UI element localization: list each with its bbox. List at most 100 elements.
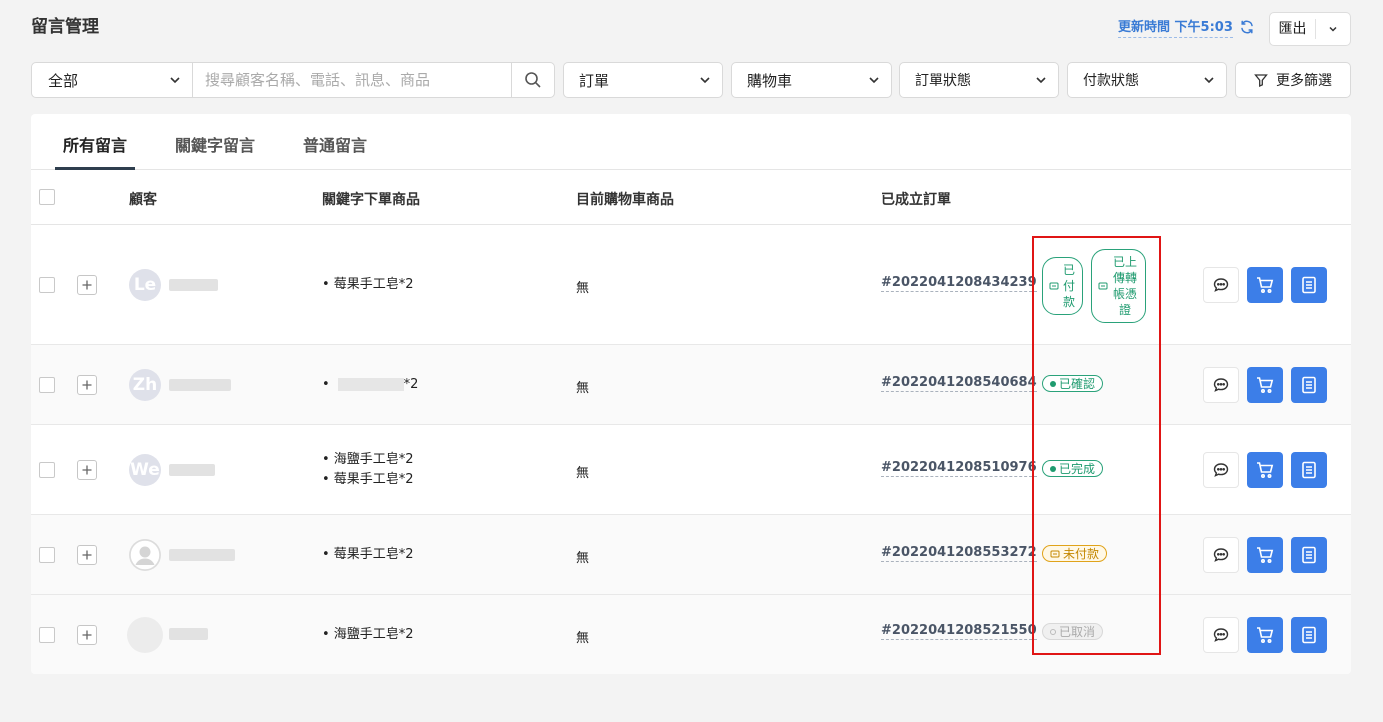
chevron-down-icon: [1329, 26, 1337, 32]
keyword-product: • 莓果手工皂*2: [322, 472, 414, 487]
row-checkbox[interactable]: [39, 627, 55, 643]
expand-button[interactable]: [77, 545, 97, 565]
message-button[interactable]: [1203, 267, 1239, 303]
status-badge-text: 已確認: [1059, 377, 1096, 391]
row-checkbox[interactable]: [39, 547, 55, 563]
table-row: Le • 莓果手工皂*2 無 #20220412084342396 已付款 已上…: [31, 225, 1351, 345]
keyword-product: • 海鹽手工皂*2: [322, 627, 414, 642]
order-status-filter[interactable]: 訂單狀態: [899, 62, 1059, 98]
order-filter[interactable]: 訂單: [563, 62, 723, 98]
more-filters-button[interactable]: 更多篩選: [1235, 62, 1351, 98]
order-doc-button[interactable]: [1291, 267, 1327, 303]
order-doc-button[interactable]: [1291, 617, 1327, 653]
product-name-redacted: [337, 378, 404, 391]
chevron-down-icon: [170, 77, 180, 84]
chat-bubble-icon: [1213, 548, 1229, 562]
status-badge-proof-uploaded: 已上傳轉帳憑證: [1091, 249, 1146, 323]
document-icon: [1302, 276, 1316, 294]
keyword-product: • 海鹽手工皂*2: [322, 452, 414, 467]
chevron-down-icon: [1036, 77, 1046, 84]
expand-button[interactable]: [77, 460, 97, 480]
keyword-product-list: • 海鹽手工皂*2 • 莓果手工皂*2: [322, 450, 414, 490]
cart-filter-label: 購物車: [747, 71, 793, 90]
row-checkbox[interactable]: [39, 377, 55, 393]
order-id-link[interactable]: #20220412085532725: [881, 545, 1037, 562]
search-button[interactable]: [511, 63, 554, 97]
cart-button[interactable]: [1247, 617, 1283, 653]
expand-button[interactable]: [77, 625, 97, 645]
select-all-checkbox[interactable]: [39, 189, 55, 205]
tab-normal-comments[interactable]: 普通留言: [303, 132, 367, 156]
cart-button[interactable]: [1247, 537, 1283, 573]
order-id-link[interactable]: #20220412085109764: [881, 460, 1037, 477]
payment-status-filter-label: 付款狀態: [1083, 73, 1139, 89]
message-button[interactable]: [1203, 452, 1239, 488]
order-doc-button[interactable]: [1291, 367, 1327, 403]
export-label: 匯出: [1270, 19, 1316, 39]
avatar: Le: [129, 269, 161, 301]
cart-products: 無: [576, 466, 590, 481]
order-status-filter-label: 訂單狀態: [915, 73, 971, 89]
column-orders: 已成立訂單: [881, 192, 951, 208]
scope-select[interactable]: 全部: [32, 63, 193, 97]
plus-icon: [82, 550, 92, 560]
order-id-link[interactable]: #20220412085406845: [881, 375, 1037, 392]
update-time-value: 下午5:03: [1174, 20, 1233, 35]
product-qty: *2: [403, 377, 419, 392]
chat-bubble-icon: [1213, 628, 1229, 642]
cart-button[interactable]: [1247, 367, 1283, 403]
refresh-icon[interactable]: [1239, 19, 1255, 35]
status-badge-cancelled: 已取消: [1042, 623, 1104, 640]
order-id-link[interactable]: #20220412085215507: [881, 623, 1037, 640]
cart-products: 無: [576, 381, 590, 396]
row-checkbox[interactable]: [39, 277, 55, 293]
message-button[interactable]: [1203, 537, 1239, 573]
tab-keyword-comments[interactable]: 關鍵字留言: [175, 132, 255, 156]
chat-bubble-icon: [1213, 278, 1229, 292]
search-icon: [525, 72, 541, 88]
update-time[interactable]: 更新時間 下午5:03: [1118, 16, 1255, 38]
scope-select-value: 全部: [48, 71, 79, 90]
row-checkbox[interactable]: [39, 462, 55, 478]
status-badge-text: 已取消: [1059, 625, 1096, 639]
comments-card: 所有留言 關鍵字留言 普通留言 顧客 關鍵字下單商品 目前購物車商品 已成立訂單…: [31, 114, 1351, 674]
cart-icon: [1257, 462, 1274, 479]
message-button[interactable]: [1203, 617, 1239, 653]
receipt-icon: [1049, 282, 1059, 290]
cart-icon: [1257, 627, 1274, 644]
status-badge-text: 未付款: [1063, 547, 1100, 561]
customer-name-redacted: [169, 549, 235, 561]
order-doc-button[interactable]: [1291, 452, 1327, 488]
export-dropdown[interactable]: [1316, 23, 1350, 35]
cart-filter[interactable]: 購物車: [731, 62, 892, 98]
customer-name-redacted: [169, 379, 231, 391]
page-title: 留言管理: [31, 17, 99, 37]
cart-icon: [1257, 547, 1274, 564]
customer-name-redacted: [169, 464, 215, 476]
document-icon: [1302, 376, 1316, 394]
export-button[interactable]: 匯出: [1269, 12, 1351, 46]
expand-button[interactable]: [77, 375, 97, 395]
expand-button[interactable]: [77, 275, 97, 295]
column-customer: 顧客: [129, 192, 157, 208]
plus-icon: [82, 380, 92, 390]
status-badge-unpaid: 未付款: [1042, 545, 1108, 562]
search-input[interactable]: [193, 63, 511, 97]
cart-button[interactable]: [1247, 452, 1283, 488]
product-bullet: •: [322, 377, 330, 392]
table-header: 顧客 關鍵字下單商品 目前購物車商品 已成立訂單: [31, 170, 1351, 225]
document-icon: [1302, 461, 1316, 479]
column-cart-products: 目前購物車商品: [576, 192, 674, 208]
table-row: Zh • *2 無 #20220412085406845 已確認: [31, 345, 1351, 425]
cart-button[interactable]: [1247, 267, 1283, 303]
keyword-product: • 莓果手工皂*2: [322, 277, 414, 292]
avatar: We: [129, 454, 161, 486]
status-badge-confirmed: 已確認: [1042, 375, 1104, 392]
message-button[interactable]: [1203, 367, 1239, 403]
tab-all-comments[interactable]: 所有留言: [63, 132, 127, 156]
payment-status-filter[interactable]: 付款狀態: [1067, 62, 1227, 98]
order-doc-button[interactable]: [1291, 537, 1327, 573]
chevron-down-icon: [1204, 77, 1214, 84]
order-filter-label: 訂單: [579, 71, 610, 90]
order-id-link[interactable]: #20220412084342396: [881, 275, 1037, 292]
